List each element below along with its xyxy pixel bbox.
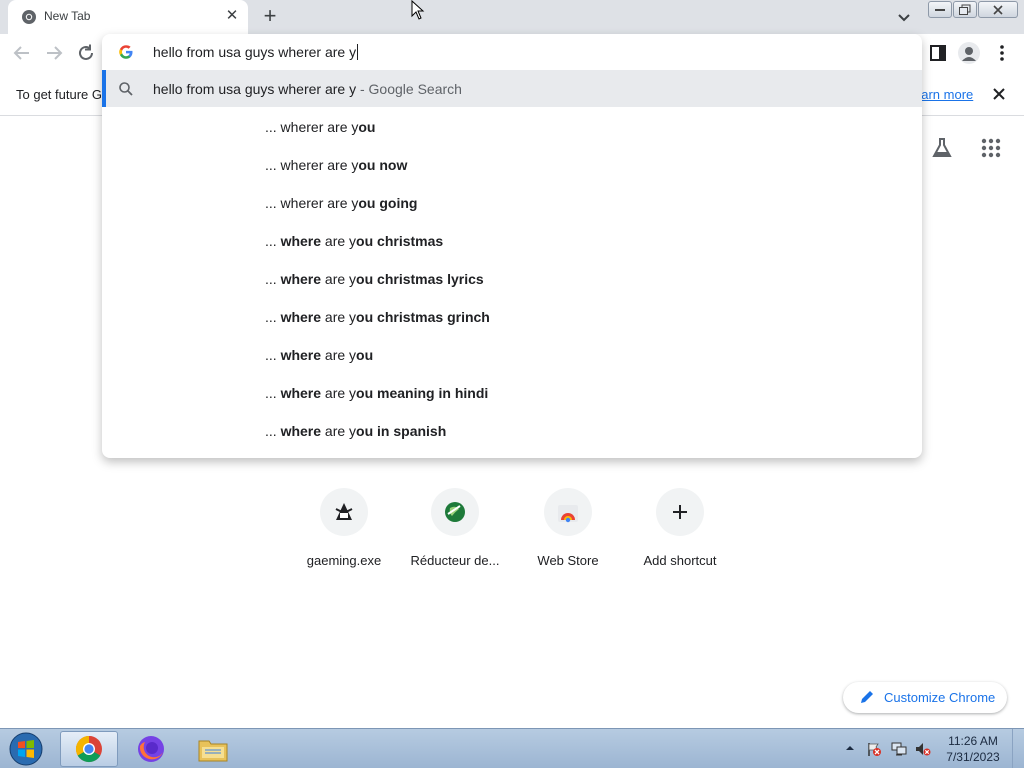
shortcut-icon-circle <box>320 488 368 536</box>
suggestion-row[interactable]: ... where are you christmas <box>265 233 443 249</box>
taskbar-firefox-button[interactable] <box>122 731 180 767</box>
suggestion-row[interactable]: ... wherer are you <box>265 119 375 135</box>
clock-date[interactable]: 7/31/2023 <box>940 750 1006 764</box>
back-arrow-icon[interactable] <box>11 42 33 64</box>
windows-start-orb-icon[interactable] <box>6 731 46 767</box>
suggestion-row[interactable]: ... wherer are you going <box>265 195 417 211</box>
add-shortcut-tile[interactable]: Add shortcut <box>624 486 736 576</box>
pencil-icon <box>861 691 873 703</box>
firefox-icon <box>138 736 164 762</box>
mouse-cursor-icon <box>411 0 425 20</box>
learn-more-link[interactable]: earn more <box>914 87 973 102</box>
title-bar: New Tab ✕ + <box>0 0 1024 34</box>
selection-indicator <box>102 70 106 107</box>
shortcut-label: Add shortcut <box>643 553 717 568</box>
clock-time[interactable]: 11:26 AM <box>940 734 1006 748</box>
gaeming-favicon-icon <box>335 503 353 520</box>
chrome-favicon-icon <box>22 10 36 24</box>
search-icon <box>119 82 133 96</box>
window-minimize-button[interactable] <box>928 1 952 18</box>
shortcut-icon-circle <box>656 488 704 536</box>
google-g-icon <box>119 45 133 59</box>
taskbar-explorer-button[interactable] <box>184 731 242 767</box>
suggestion-row[interactable]: ... where are you meaning in hindi <box>265 385 488 401</box>
new-tab-button[interactable]: + <box>259 5 281 27</box>
suggestion-row[interactable]: ... where are you christmas grinch <box>265 309 490 325</box>
tab-new-tab[interactable]: New Tab ✕ <box>8 0 248 34</box>
suggestion-text: hello from usa guys wherer are y - Googl… <box>153 81 462 97</box>
shortcut-label: Web Store <box>537 553 599 568</box>
customize-chrome-label: Customize Chrome <box>884 690 996 705</box>
suggestion-row[interactable]: ... where are you <box>265 347 373 363</box>
shortcut-label: Réducteur de... <box>410 553 500 568</box>
suggestion-row[interactable]: ... where are you in spanish <box>265 423 446 439</box>
volume-muted-icon[interactable] <box>915 741 931 757</box>
reload-icon[interactable] <box>75 42 97 64</box>
globe-favicon-icon <box>445 502 465 522</box>
info-bar-text: To get future G <box>16 87 102 102</box>
chrome-labs-flask-icon[interactable] <box>930 136 954 160</box>
suggestion-row[interactable]: ... where are you christmas lyrics <box>265 271 484 287</box>
suggestion-row[interactable]: ... wherer are you now <box>265 157 407 173</box>
close-icon[interactable] <box>990 85 1008 103</box>
taskbar-chrome-button[interactable] <box>60 731 118 767</box>
show-hidden-icons-icon[interactable] <box>845 743 855 753</box>
suggestion-search-row[interactable]: hello from usa guys wherer are y - Googl… <box>102 70 922 107</box>
tab-title: New Tab <box>44 9 91 23</box>
address-bar-input[interactable]: hello from usa guys wherer are y <box>153 44 359 60</box>
chrome-icon <box>75 735 102 763</box>
kebab-menu-icon[interactable] <box>994 43 1010 63</box>
folder-icon <box>198 740 228 762</box>
shortcut-tile[interactable]: gaeming.exe <box>288 486 400 576</box>
action-center-flag-icon[interactable] <box>866 741 882 757</box>
side-panel-icon[interactable] <box>929 44 947 62</box>
shortcut-label: gaeming.exe <box>306 553 382 568</box>
profile-avatar-icon[interactable] <box>958 42 980 64</box>
shortcut-tile[interactable]: Réducteur de... <box>399 486 511 576</box>
omnibox-dropdown: hello from usa guys wherer are y hello f… <box>102 34 922 458</box>
shortcut-icon-circle <box>431 488 479 536</box>
google-apps-grid-icon[interactable] <box>979 136 1003 160</box>
network-icon[interactable] <box>891 741 907 757</box>
web-store-icon <box>558 505 578 523</box>
window-restore-button[interactable] <box>953 1 977 18</box>
window-close-button[interactable] <box>978 1 1018 18</box>
shortcut-tile[interactable]: Web Store <box>512 486 624 576</box>
shortcut-icon-circle <box>544 488 592 536</box>
tab-close-icon[interactable]: ✕ <box>224 8 240 24</box>
tab-search-chevron-icon[interactable] <box>895 8 913 26</box>
forward-arrow-icon[interactable] <box>43 42 65 64</box>
windows-taskbar: 11:26 AM 7/31/2023 <box>0 728 1024 768</box>
customize-chrome-button[interactable]: Customize Chrome <box>843 682 1007 713</box>
show-desktop-button[interactable] <box>1012 729 1024 768</box>
plus-icon <box>673 505 687 519</box>
